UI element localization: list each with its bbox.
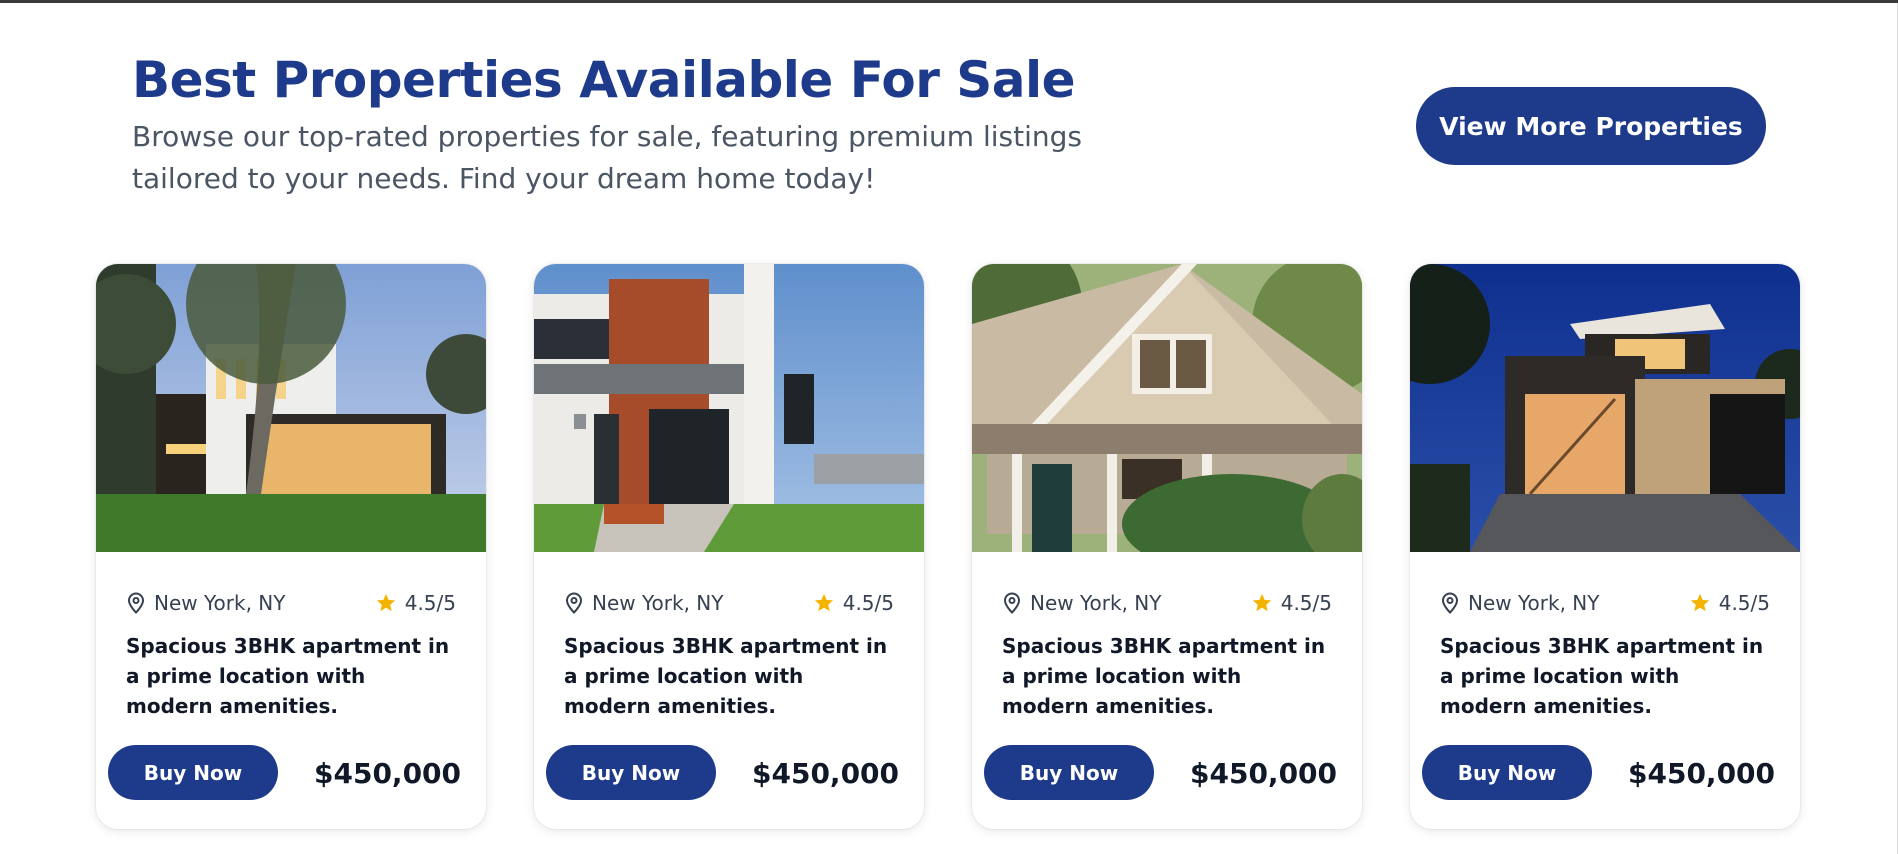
location-text: New York, NY <box>1468 591 1600 615</box>
location-pin-icon <box>126 592 146 614</box>
listing-meta: New York, NY 4.5/5 <box>126 584 456 622</box>
section-subtitle: Browse our top-rated properties for sale… <box>132 120 1082 195</box>
star-icon <box>1689 592 1711 614</box>
location-pin-icon <box>564 592 584 614</box>
location-pin-icon <box>1002 592 1022 614</box>
location: New York, NY <box>1440 591 1599 615</box>
property-image[interactable] <box>534 264 924 552</box>
location-text: New York, NY <box>154 591 286 615</box>
top-border <box>0 0 1898 3</box>
rating-text: 4.5/5 <box>1280 591 1332 615</box>
location-text: New York, NY <box>1030 591 1162 615</box>
property-card[interactable]: New York, NY 4.5/5 Spacious 3BHK apartme… <box>96 264 486 829</box>
listing-price: $450,000 <box>314 756 462 790</box>
location: New York, NY <box>1002 591 1161 615</box>
property-image[interactable] <box>972 264 1362 552</box>
star-icon <box>813 592 835 614</box>
rating-text: 4.5/5 <box>1718 591 1770 615</box>
section-title: Best Properties Available For Sale <box>132 51 1076 109</box>
buy-now-button[interactable]: Buy Now <box>546 745 716 800</box>
star-icon <box>1251 592 1273 614</box>
buy-now-button[interactable]: Buy Now <box>1422 745 1592 800</box>
rating-text: 4.5/5 <box>842 591 894 615</box>
section-header: Best Properties Available For Sale Brows… <box>132 46 1132 200</box>
listing-meta: New York, NY 4.5/5 <box>1440 584 1770 622</box>
listing-description: Spacious 3BHK apartment in a prime locat… <box>126 634 450 718</box>
rating: 4.5/5 <box>813 591 894 615</box>
listing-price: $450,000 <box>752 756 900 790</box>
buy-now-button[interactable]: Buy Now <box>984 745 1154 800</box>
buy-now-button[interactable]: Buy Now <box>108 745 278 800</box>
location: New York, NY <box>564 591 723 615</box>
property-card[interactable]: New York, NY 4.5/5 Spacious 3BHK apartme… <box>972 264 1362 829</box>
listing-meta: New York, NY 4.5/5 <box>564 584 894 622</box>
listing-description: Spacious 3BHK apartment in a prime locat… <box>1002 634 1326 718</box>
rating: 4.5/5 <box>1251 591 1332 615</box>
property-image[interactable] <box>96 264 486 552</box>
listing-meta: New York, NY 4.5/5 <box>1002 584 1332 622</box>
property-image[interactable] <box>1410 264 1800 552</box>
listing-price: $450,000 <box>1628 756 1776 790</box>
rating: 4.5/5 <box>1689 591 1770 615</box>
view-more-properties-button[interactable]: View More Properties <box>1416 87 1766 165</box>
star-icon <box>375 592 397 614</box>
location-text: New York, NY <box>592 591 724 615</box>
location: New York, NY <box>126 591 285 615</box>
rating: 4.5/5 <box>375 591 456 615</box>
property-card[interactable]: New York, NY 4.5/5 Spacious 3BHK apartme… <box>534 264 924 829</box>
rating-text: 4.5/5 <box>404 591 456 615</box>
property-card-list: New York, NY 4.5/5 Spacious 3BHK apartme… <box>96 264 1802 830</box>
listing-price: $450,000 <box>1190 756 1338 790</box>
property-card[interactable]: New York, NY 4.5/5 Spacious 3BHK apartme… <box>1410 264 1800 829</box>
listing-description: Spacious 3BHK apartment in a prime locat… <box>1440 634 1764 718</box>
location-pin-icon <box>1440 592 1460 614</box>
listing-description: Spacious 3BHK apartment in a prime locat… <box>564 634 888 718</box>
